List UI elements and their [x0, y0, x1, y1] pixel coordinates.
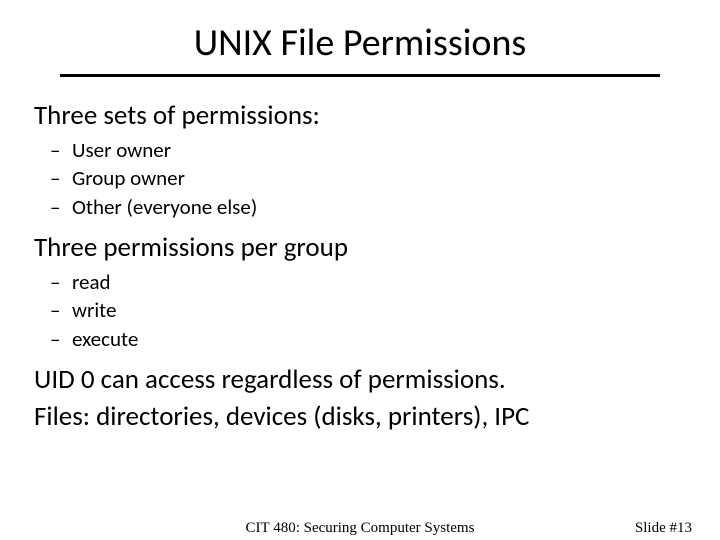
section-list-2: read write execute: [34, 268, 686, 353]
section-heading-1: Three sets of permissions:: [34, 99, 686, 132]
section-heading-2: Three permissions per group: [34, 231, 686, 264]
slide-body: Three sets of permissions: User owner Gr…: [0, 77, 720, 433]
body-line-2: Files: directories, devices (disks, prin…: [34, 400, 686, 433]
list-item: Other (everyone else): [72, 193, 686, 221]
footer-slide-number: Slide #13: [635, 520, 692, 537]
list-item: User owner: [72, 136, 686, 164]
list-item: execute: [72, 325, 686, 353]
section-list-1: User owner Group owner Other (everyone e…: [34, 136, 686, 221]
list-item: read: [72, 268, 686, 296]
slide: UNIX File Permissions Three sets of perm…: [0, 0, 720, 540]
list-item: Group owner: [72, 164, 686, 192]
footer-course: CIT 480: Securing Computer Systems: [0, 520, 720, 537]
list-item: write: [72, 296, 686, 324]
slide-title: UNIX File Permissions: [60, 0, 660, 77]
body-line-1: UID 0 can access regardless of permissio…: [34, 363, 686, 396]
